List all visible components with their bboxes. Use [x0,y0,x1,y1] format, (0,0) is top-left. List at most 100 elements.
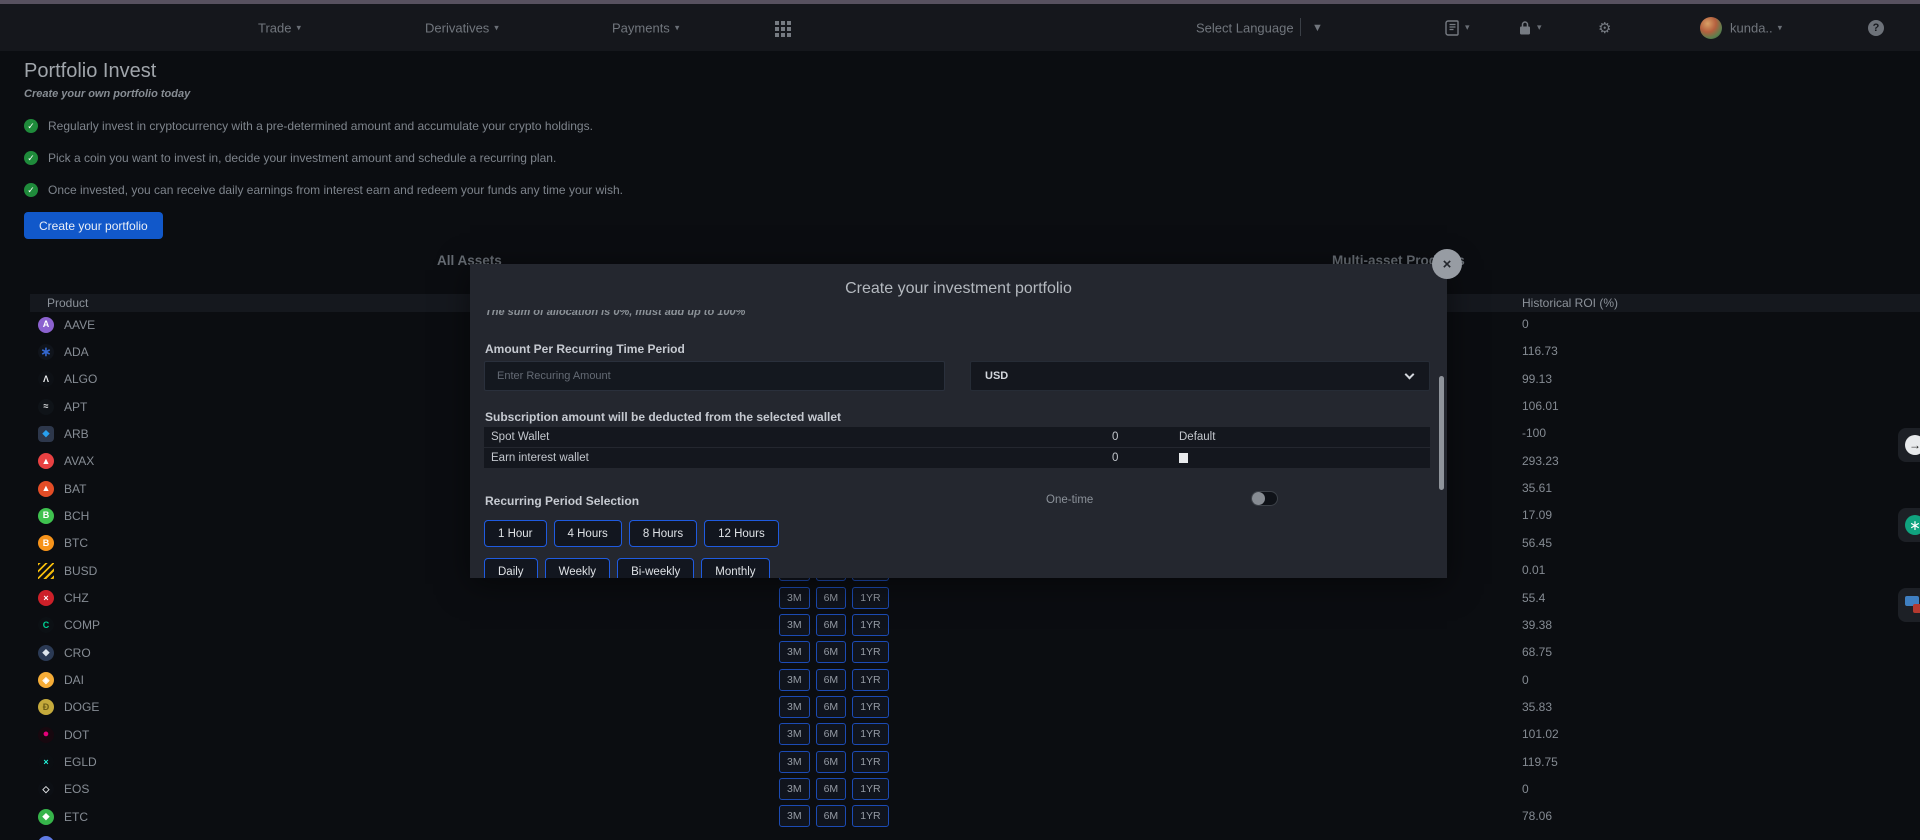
chatgpt-extension-button[interactable]: ∗ [1898,508,1920,542]
roi-period-3m-button[interactable]: 3M [779,805,810,827]
feature-bullet-text: Pick a coin you want to invest in, decid… [48,151,556,165]
roi-period-1yr-button[interactable]: 1YR [852,751,888,773]
roi-period-3m-button[interactable]: 3M [779,614,810,636]
roi-value: 0.01 [1522,557,1545,584]
roi-period-1yr-button[interactable]: 1YR [852,696,888,718]
roi-period-3m-button[interactable]: 3M [779,641,810,663]
asset-row-product[interactable]: ◆ETC [38,803,88,830]
roi-period-6m-button[interactable]: 6M [816,641,847,663]
roi-period-buttons: 3M 6M1YR [779,669,889,691]
asset-row-product[interactable]: ΛALGO [38,366,97,393]
recurring-amount-input[interactable] [484,361,945,391]
asset-row-product[interactable]: ∗ADA [38,338,89,365]
translate-extension-button[interactable] [1898,588,1920,622]
user-avatar[interactable] [1700,17,1722,39]
asset-row-product[interactable]: ▲AVAX [38,448,94,475]
roi-period-6m-button[interactable]: 6M [816,669,847,691]
period-weekly-button[interactable]: Weekly [545,558,611,578]
roi-period-1yr-button[interactable]: 1YR [852,805,888,827]
one-time-toggle[interactable] [1251,491,1278,506]
help-icon[interactable]: ? [1868,20,1884,36]
roi-period-buttons: 3M 6M1YR [779,614,889,636]
roi-period-3m-button[interactable]: 3M [779,723,810,745]
roi-period-3m-button[interactable]: 3M [779,778,810,800]
roi-period-6m-button[interactable]: 6M [816,751,847,773]
nav-menu-payments[interactable]: Payments ▾ [612,20,679,35]
roi-period-3m-button[interactable]: 3M [779,669,810,691]
modal-scrollbar-thumb[interactable] [1439,376,1444,490]
period-12-hours-button[interactable]: 12 Hours [704,520,779,547]
wallet-menu[interactable]: ▾ [1518,20,1542,36]
wallet-row-earn[interactable]: Earn interest wallet 0 [484,448,1430,468]
asset-row-product[interactable]: ◆ARB [38,420,89,447]
coin-symbol: ETC [64,810,88,824]
roi-value: 0 [1522,311,1529,338]
period-monthly-button[interactable]: Monthly [701,558,769,578]
roi-period-1yr-button[interactable]: 1YR [852,669,888,691]
roi-period-3m-button[interactable]: 3M [779,696,810,718]
roi-period-buttons: 3M 6M1YR [779,751,889,773]
modal-close-icon[interactable]: × [1432,249,1462,279]
coin-icon: × [38,590,54,606]
roi-value: 293.23 [1522,448,1559,475]
period-1-hour-button[interactable]: 1 Hour [484,520,547,547]
period-daily-button[interactable]: Daily [484,558,538,578]
roi-period-buttons: 3M 6M1YR [779,641,889,663]
lock-icon [1518,20,1532,36]
asset-row-product[interactable]: CCOMP [38,612,100,639]
roi-value: 35.83 [1522,694,1552,721]
asset-row-product[interactable]: ●DOT [38,721,89,748]
earn-wallet-checkbox[interactable] [1179,453,1188,463]
coin-symbol: ARB [64,427,89,441]
wallet-row-spot[interactable]: Spot Wallet 0 Default [484,427,1430,447]
asset-row-product[interactable]: BBTC [38,530,88,557]
period-4-hours-button[interactable]: 4 Hours [554,520,622,547]
asset-row-product[interactable]: BBCH [38,502,89,529]
roi-period-6m-button[interactable]: 6M [816,723,847,745]
asset-row-product[interactable]: ×CHZ [38,585,89,612]
asset-row-product[interactable]: ◇EOS [38,776,89,803]
roi-period-1yr-button[interactable]: 1YR [852,778,888,800]
asset-row-product[interactable]: ≈APT [38,393,87,420]
period-8-hours-button[interactable]: 8 Hours [629,520,697,547]
divider [1300,18,1301,36]
roi-period-1yr-button[interactable]: 1YR [852,614,888,636]
share-extension-button[interactable]: → [1898,428,1920,462]
asset-row-product[interactable]: ×EGLD [38,749,97,776]
coin-icon [38,563,54,579]
asset-row-product[interactable]: ◈DAI [38,667,84,694]
asset-row-product[interactable]: ▲BAT [38,475,86,502]
roi-period-3m-button[interactable]: 3M [779,587,810,609]
apps-grid-icon[interactable] [775,21,779,25]
currency-select[interactable]: USD [970,361,1430,391]
roi-period-6m-button[interactable]: 6M [816,696,847,718]
roi-period-1yr-button[interactable]: 1YR [852,723,888,745]
user-menu[interactable]: kunda.. ▾ [1730,20,1782,35]
roi-period-6m-button[interactable]: 6M [816,587,847,609]
language-selector[interactable]: Select Language [1196,20,1294,35]
asset-row-product[interactable]: BUSD [38,557,97,584]
roi-period-6m-button[interactable]: 6M [816,805,847,827]
amount-label: Amount Per Recurring Time Period [485,342,685,356]
nav-menu-derivatives[interactable]: Derivatives ▾ [425,20,499,35]
create-portfolio-button[interactable]: Create your portfolio [24,212,163,239]
language-dropdown-arrow-icon[interactable]: ▼ [1312,22,1323,34]
nav-menu-trade[interactable]: Trade ▾ [258,20,301,35]
roi-period-6m-button[interactable]: 6M [816,778,847,800]
asset-row-product[interactable]: ÐDOGE [38,694,99,721]
roi-period-1yr-button[interactable]: 1YR [852,641,888,663]
roi-value: 55.4 [1522,585,1545,612]
asset-row-product[interactable]: AAAVE [38,311,95,338]
roi-period-6m-button[interactable]: 6M [816,614,847,636]
page: Trade ▾ Derivatives ▾ Payments ▾ Select … [0,0,1920,840]
roi-period-3m-button[interactable]: 3M [779,751,810,773]
orders-menu[interactable]: ▾ [1445,20,1470,36]
wallet-name: Spot Wallet [491,431,549,443]
roi-period-1yr-button[interactable]: 1YR [852,587,888,609]
roi-value: 39.38 [1522,612,1552,639]
settings-gear-icon[interactable]: ⚙ [1598,19,1611,37]
share-arrow-icon: → [1905,435,1920,455]
period-bi-weekly-button[interactable]: Bi-weekly [617,558,694,578]
translate-icon [1905,596,1920,614]
asset-row-product[interactable]: ◆CRO [38,639,91,666]
